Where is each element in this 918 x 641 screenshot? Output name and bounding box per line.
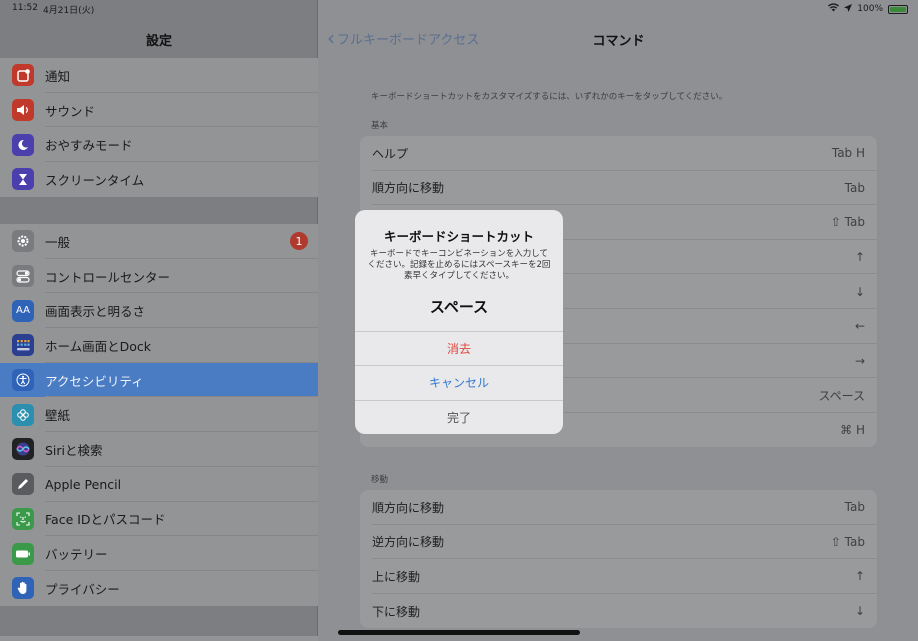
sidebar-item-label: ホーム画面とDock [45, 338, 152, 354]
battery-icon [12, 542, 34, 565]
home-indicator[interactable] [338, 630, 580, 635]
accessibility-icon [12, 369, 34, 392]
command-shortcut: Tab [844, 500, 865, 515]
sidebar-item-label: アクセシビリティ [45, 373, 144, 389]
hand-icon [12, 577, 34, 600]
sidebar-item-face-id[interactable]: Face IDとパスコード [0, 502, 318, 537]
home-grid-icon [12, 334, 34, 357]
text-size-icon: AA [12, 299, 34, 322]
command-shortcut: ⇧ Tab [830, 534, 865, 549]
command-row[interactable]: 順方向に移動 Tab [360, 171, 877, 206]
sidebar-item-privacy[interactable]: プライバシー [0, 571, 318, 606]
sidebar-group-2: 一般 1 コントロールセンター AA 画面表示と明るさ ホーム画面とDock ア… [0, 224, 318, 606]
sidebar-item-do-not-disturb[interactable]: おやすみモード [0, 127, 318, 162]
command-shortcut: ↓ [854, 284, 865, 299]
command-shortcut: ↑ [854, 250, 865, 265]
battery-icon [888, 4, 908, 14]
sidebar-item-battery[interactable]: バッテリー [0, 536, 318, 571]
command-row[interactable]: 上に移動 ↑ [360, 559, 877, 594]
sidebar-item-label: Siriと検索 [45, 442, 103, 458]
shortcut-alert-dialog: キーボードショートカット キーボードでキーコンビネーションを入力してください。記… [355, 210, 563, 434]
command-label: 上に移動 [372, 569, 421, 584]
command-shortcut: ↑ [854, 569, 865, 584]
recorded-key: スペース [429, 298, 489, 316]
delete-button[interactable]: 消去 [355, 331, 563, 365]
sidebar-item-label: バッテリー [45, 547, 108, 563]
command-label: 順方向に移動 [372, 181, 445, 196]
move-commands-list: 順方向に移動 Tab 逆方向に移動 ⇧ Tab 上に移動 ↑ 下に移動 ↓ [360, 490, 877, 629]
location-icon [844, 3, 853, 15]
sidebar-group-1: 通知 サウンド おやすみモード スクリーンタイム [0, 58, 318, 197]
sidebar-item-label: Apple Pencil [45, 476, 122, 492]
pencil-icon [12, 473, 34, 496]
command-shortcut: Tab [844, 180, 865, 195]
sidebar-item-label: コントロールセンター [45, 269, 171, 285]
sound-icon [12, 99, 34, 122]
sidebar-item-sound[interactable]: サウンド [0, 93, 318, 128]
sidebar-item-label: スクリーンタイム [45, 172, 145, 188]
section-header-move: 移動 [371, 475, 389, 485]
sidebar-item-label: 一般 [45, 234, 71, 250]
command-row[interactable]: ヘルプ Tab H [360, 136, 877, 171]
sidebar-item-label: 壁紙 [45, 408, 71, 424]
sidebar-item-label: プライバシー [45, 581, 120, 597]
sidebar-item-home-screen[interactable]: ホーム画面とDock [0, 328, 318, 363]
notifications-icon [12, 64, 34, 87]
command-shortcut: ⇧ Tab [830, 215, 865, 230]
command-row[interactable]: 下に移動 ↓ [360, 594, 877, 629]
sidebar-item-siri[interactable]: Siriと検索 [0, 432, 318, 467]
sidebar-item-control-center[interactable]: コントロールセンター [0, 259, 318, 294]
status-right: 100% [828, 3, 908, 15]
hint-text: キーボードショートカットをカスタマイズするには、いずれかのキーをタップしてくださ… [371, 92, 728, 102]
command-shortcut: ← [854, 319, 865, 334]
sidebar-title: 設定 [145, 34, 172, 49]
section-header-basic: 基本 [371, 121, 389, 131]
command-shortcut: ↓ [854, 604, 865, 619]
command-label: 逆方向に移動 [372, 535, 445, 550]
status-date: 4月21日(火) [43, 6, 95, 16]
sidebar-item-notifications[interactable]: 通知 [0, 58, 318, 93]
command-label: 順方向に移動 [372, 500, 445, 515]
alert-buttons: 消去 キャンセル 完了 [355, 331, 563, 434]
sidebar-item-apple-pencil[interactable]: Apple Pencil [0, 467, 318, 502]
siri-icon [12, 438, 34, 461]
command-shortcut: スペース [818, 388, 865, 403]
moon-icon [12, 133, 34, 156]
sidebar-item-general[interactable]: 一般 1 [0, 224, 318, 259]
face-id-icon [12, 507, 34, 530]
sidebar-item-wallpaper[interactable]: 壁紙 [0, 397, 318, 432]
wifi-icon [828, 3, 840, 15]
sidebar-item-label: 画面表示と明るさ [45, 304, 146, 320]
status-bar: 11:52 4月21日(火) 100% [0, 0, 918, 18]
command-row[interactable]: 逆方向に移動 ⇧ Tab [360, 525, 877, 560]
command-shortcut: → [854, 353, 865, 368]
command-row[interactable]: 順方向に移動 Tab [360, 490, 877, 525]
done-button[interactable]: 完了 [355, 399, 563, 434]
sidebar-group-3 [0, 636, 318, 641]
command-shortcut: Tab H [831, 146, 865, 161]
sidebar-item-accessibility[interactable]: アクセシビリティ [0, 362, 318, 398]
toggles-icon [12, 265, 34, 288]
sidebar-item-display[interactable]: AA 画面表示と明るさ [0, 293, 318, 328]
gear-icon [12, 230, 34, 253]
settings-sidebar: 設定 通知 サウンド おやすみモード スクリーンタイム 一般 1 コントロールセ… [0, 0, 318, 641]
sidebar-item-screen-time[interactable]: スクリーンタイム [0, 162, 318, 197]
page-title: コマンド [592, 34, 645, 49]
hourglass-icon [12, 168, 34, 191]
sidebar-item-label: サウンド [45, 103, 96, 119]
cancel-button[interactable]: キャンセル [355, 365, 563, 399]
command-label: ヘルプ [372, 146, 409, 161]
flower-icon [12, 403, 34, 426]
battery-percent: 100% [857, 4, 883, 14]
notification-badge: 1 [290, 232, 308, 251]
alert-title: キーボードショートカット [383, 229, 534, 244]
sidebar-item-label: Face IDとパスコード [45, 512, 166, 528]
sidebar-item-label: 通知 [45, 68, 71, 84]
command-label: 下に移動 [372, 604, 421, 619]
status-time: 11:52 [12, 3, 38, 13]
sidebar-item-label: おやすみモード [45, 138, 133, 154]
alert-message: キーボードでキーコンビネーションを入力してください。記録を止めるにはスペースキー… [367, 249, 551, 281]
command-shortcut: ⌘ H [840, 423, 865, 438]
